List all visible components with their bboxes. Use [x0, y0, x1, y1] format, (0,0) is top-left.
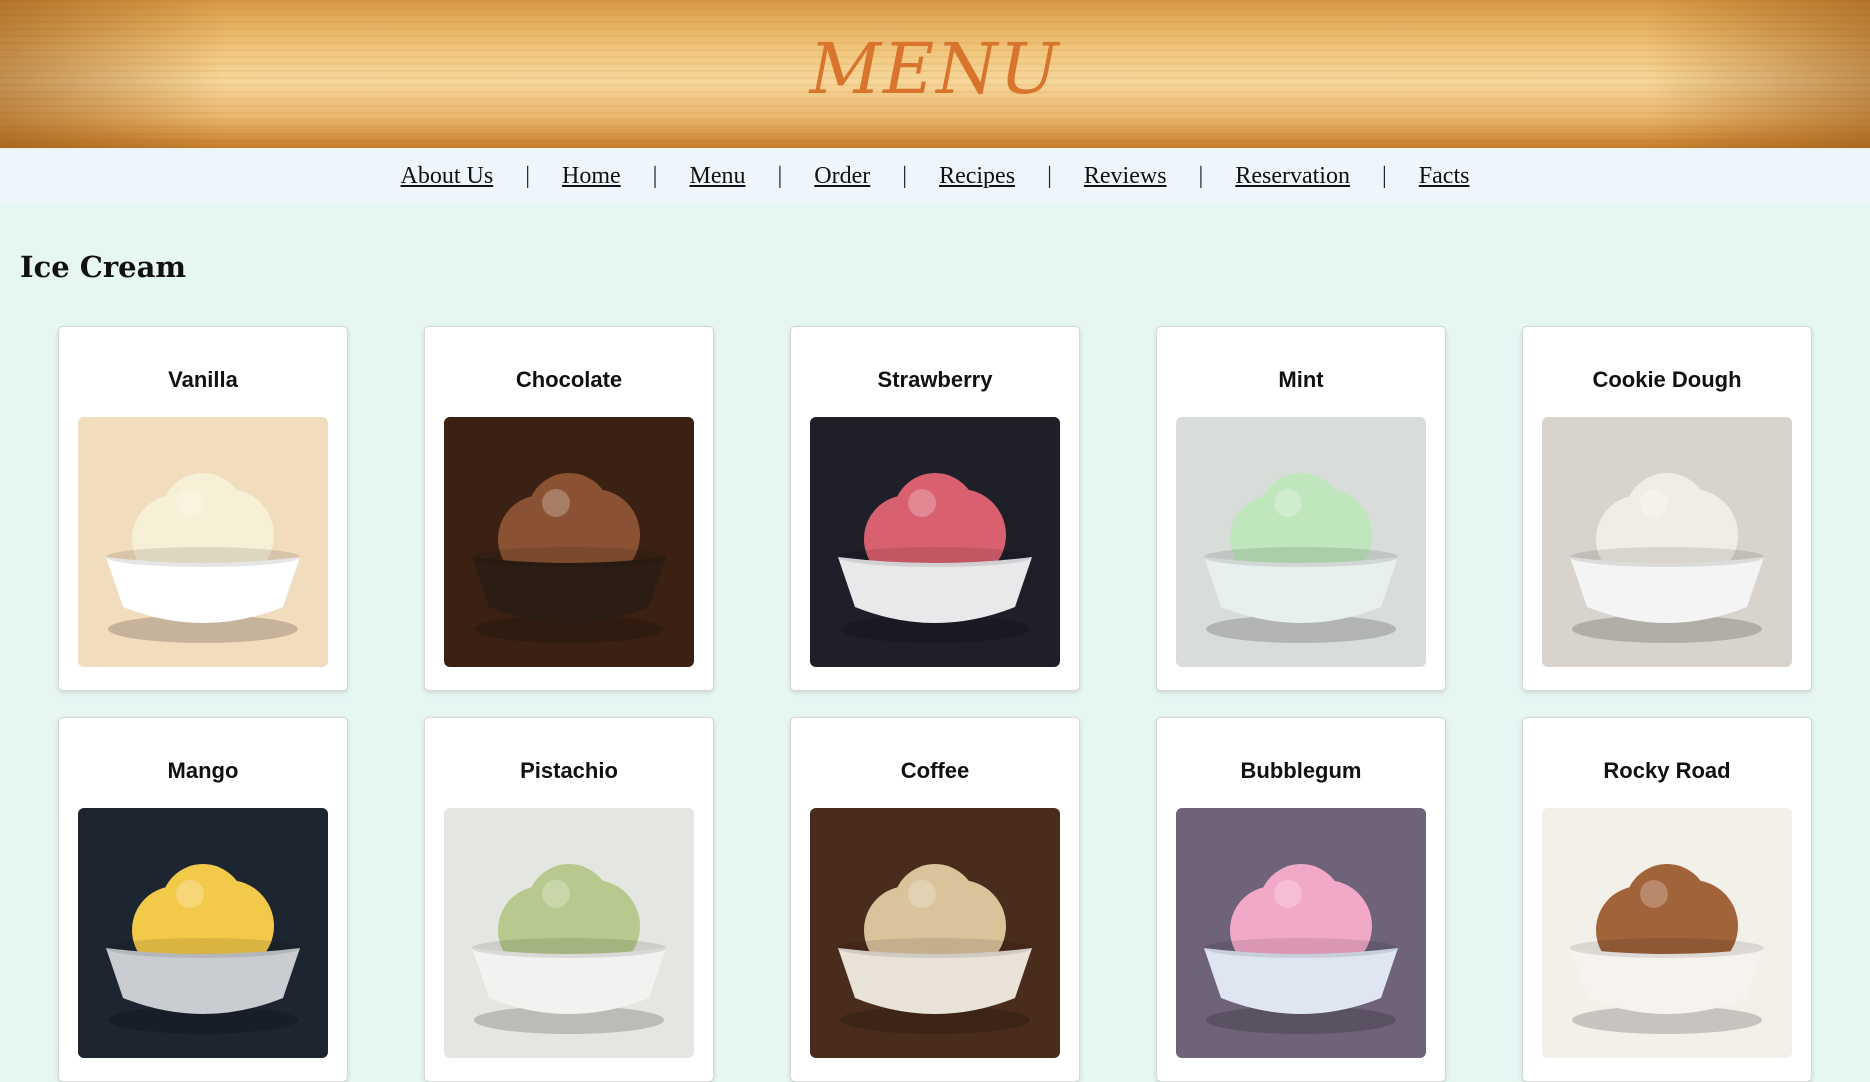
bubblegum-ice-cream-image — [1176, 808, 1426, 1058]
nav-link-about-us[interactable]: About Us — [401, 163, 494, 190]
flavor-name: Mint — [1278, 367, 1324, 392]
flavor-card[interactable]: Mango — [58, 717, 348, 1082]
flavor-card[interactable]: Mint — [1156, 326, 1446, 691]
nav-separator: | — [777, 162, 783, 189]
coffee-ice-cream-image — [810, 808, 1060, 1058]
nav-separator: | — [1381, 162, 1387, 189]
ice-cream-illustration — [1176, 808, 1426, 1058]
ice-cream-illustration — [810, 417, 1060, 667]
ice-cream-illustration — [1176, 417, 1426, 667]
nav-separator: | — [652, 162, 658, 189]
flavor-name: Rocky Road — [1603, 758, 1731, 783]
strawberry-ice-cream-image — [810, 417, 1060, 667]
ice-cream-illustration — [1542, 808, 1792, 1058]
mint-ice-cream-image — [1176, 417, 1426, 667]
section-title: Ice Cream — [20, 250, 187, 284]
flavor-name: Strawberry — [877, 367, 993, 392]
nav-link-order[interactable]: Order — [814, 163, 870, 190]
nav-separator: | — [525, 162, 531, 189]
vanilla-ice-cream-image — [78, 417, 328, 667]
ice-cream-illustration — [78, 417, 328, 667]
flavor-name: Cookie Dough — [1592, 367, 1742, 392]
flavor-card[interactable]: Rocky Road — [1522, 717, 1812, 1082]
mango-ice-cream-image — [78, 808, 328, 1058]
nav-link-reservation[interactable]: Reservation — [1235, 163, 1350, 190]
flavor-name: Bubblegum — [1240, 758, 1362, 783]
rocky-road-ice-cream-image — [1542, 808, 1792, 1058]
flavor-name: Chocolate — [515, 367, 623, 392]
pistachio-ice-cream-image — [444, 808, 694, 1058]
flavor-card[interactable]: Strawberry — [790, 326, 1080, 691]
flavor-name: Coffee — [900, 758, 970, 783]
cookie-dough-ice-cream-image — [1542, 417, 1792, 667]
ice-cream-illustration — [444, 808, 694, 1058]
ice-cream-illustration — [810, 808, 1060, 1058]
ice-cream-illustration — [1542, 417, 1792, 667]
flavor-name: Vanilla — [168, 367, 238, 392]
flavor-card[interactable]: Bubblegum — [1156, 717, 1446, 1082]
nav-link-menu[interactable]: Menu — [689, 163, 745, 190]
flavor-name: Mango — [167, 758, 239, 783]
menu-banner: MENU — [0, 0, 1870, 148]
nav-separator: | — [1047, 162, 1052, 189]
main-nav: About Us | Home | Menu | Order | Recipes | Reviews… — [0, 150, 1870, 202]
nav-link-home[interactable]: Home — [562, 163, 621, 190]
chocolate-ice-cream-image — [444, 417, 694, 667]
flavor-card[interactable]: Pistachio — [424, 717, 714, 1082]
nav-separator: | — [1198, 162, 1204, 189]
nav-link-reviews[interactable]: Reviews — [1084, 163, 1167, 190]
flavor-grid: Vanilla Chocolate Strawberry Mint Cookie Dou… — [58, 326, 1813, 1082]
nav-link-recipes[interactable]: Recipes — [939, 163, 1015, 190]
flavor-card[interactable]: Cookie Dough — [1522, 326, 1812, 691]
menu-title: MENU — [809, 28, 1061, 110]
flavor-card[interactable]: Coffee — [790, 717, 1080, 1082]
flavor-card[interactable]: Vanilla — [58, 326, 348, 691]
ice-cream-illustration — [78, 808, 328, 1058]
nav-separator: | — [902, 162, 908, 189]
nav-link-facts[interactable]: Facts — [1419, 163, 1470, 190]
flavor-card[interactable]: Chocolate — [424, 326, 714, 691]
ice-cream-illustration — [444, 417, 694, 667]
flavor-name: Pistachio — [520, 758, 618, 783]
